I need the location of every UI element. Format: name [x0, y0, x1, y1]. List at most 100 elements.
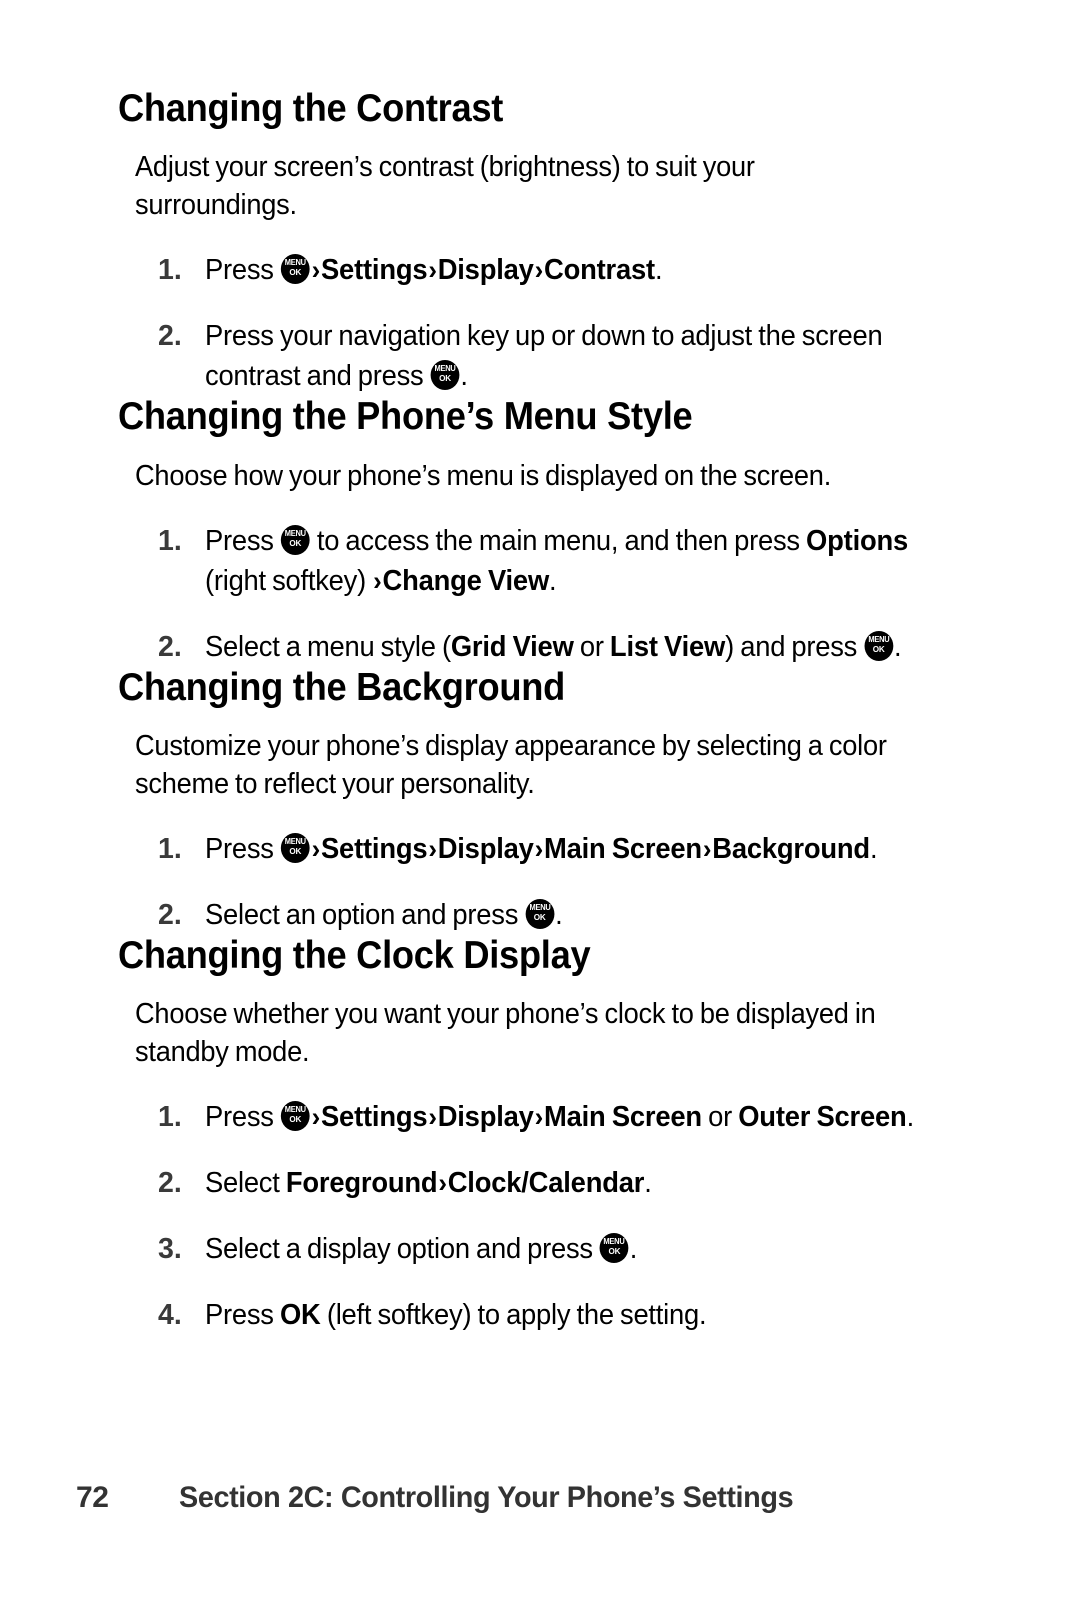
- menu-ok-key-icon: MENU OK: [280, 1101, 310, 1132]
- emphasis-term: Contrast: [544, 254, 655, 287]
- step-number: 3.: [158, 1233, 182, 1266]
- section-changing-the-background: Changing the Background Customize your p…: [118, 665, 948, 935]
- emphasis-term: Settings: [320, 254, 428, 287]
- step-list: 1. Press MENU OK › Settings › Display › Ma…: [118, 1097, 948, 1335]
- menu-ok-key-bottom-label: OK: [289, 845, 302, 856]
- menu-ok-key-top-label: MENU: [284, 527, 306, 538]
- manual-page: Changing the Contrast Adjust your screen…: [0, 0, 1080, 1620]
- step-text: Press MENU OK › Settings › Display › Main…: [205, 829, 918, 869]
- step-text: Press OK (left softkey) to apply the set…: [205, 1299, 707, 1332]
- chevron-right-icon: ›: [311, 1102, 321, 1133]
- menu-ok-key-icon: MENU OK: [280, 254, 310, 285]
- emphasis-term: Grid View: [450, 630, 574, 663]
- chevron-right-icon: ›: [702, 833, 712, 864]
- emphasis-term: Display: [437, 254, 534, 287]
- step-list: 1. Press MENU OK › Settings › Display › Co…: [118, 250, 948, 396]
- section-changing-the-contrast: Changing the Contrast Adjust your screen…: [118, 88, 948, 396]
- step-text: Select an option and press MENU OK.: [205, 898, 563, 931]
- emphasis-term: Clock/Calendar: [447, 1167, 645, 1200]
- emphasis-term: Main Screen: [544, 1101, 702, 1134]
- section-changing-the-clock-display: Changing the Clock Display Choose whethe…: [118, 935, 948, 1335]
- footer-section-title: Section 2C: Controlling Your Phone’s Set…: [179, 1481, 794, 1514]
- section-heading: Changing the Contrast: [118, 87, 504, 130]
- step-item: 2. Select a menu style (Grid View or List…: [118, 627, 948, 667]
- step-number: 1.: [158, 832, 182, 865]
- emphasis-term: List View: [609, 630, 726, 663]
- menu-ok-key-bottom-label: OK: [289, 537, 302, 548]
- step-number: 2.: [158, 320, 182, 353]
- step-text: Press MENU OK › Settings › Display › Main…: [205, 1097, 918, 1137]
- step-item: 1. Press MENU OK › Settings › Display › Co…: [118, 250, 948, 290]
- chevron-right-icon: ›: [438, 1168, 447, 1199]
- emphasis-term: Settings: [320, 1101, 428, 1134]
- menu-ok-key-bottom-label: OK: [289, 267, 302, 278]
- step-number: 4.: [158, 1299, 182, 1332]
- step-number: 1.: [158, 524, 182, 557]
- emphasis-term: OK: [279, 1299, 321, 1332]
- emphasis-term: Change View: [382, 564, 550, 597]
- step-item: 4. Press OK (left softkey) to apply the s…: [118, 1295, 948, 1335]
- menu-ok-key-top-label: MENU: [284, 1104, 306, 1115]
- emphasis-term: Foreground: [285, 1167, 438, 1200]
- menu-ok-key-bottom-label: OK: [872, 643, 885, 654]
- section-changing-the-phones-menu-style: Changing the Phone’s Menu Style Choose h…: [118, 396, 948, 666]
- step-number: 1.: [158, 1101, 182, 1134]
- emphasis-term: Display: [437, 1101, 534, 1134]
- emphasis-term: Outer Screen: [738, 1101, 907, 1134]
- step-number: 2.: [158, 630, 182, 663]
- menu-ok-key-top-label: MENU: [284, 835, 306, 846]
- chevron-right-icon: ›: [311, 833, 321, 864]
- menu-ok-key-bottom-label: OK: [533, 911, 546, 922]
- step-item: 1. Press MENU OK › Settings › Display › Ma…: [118, 829, 948, 869]
- emphasis-term: Settings: [320, 832, 428, 865]
- menu-ok-key-top-label: MENU: [434, 363, 456, 374]
- chevron-right-icon: ›: [534, 1102, 544, 1133]
- page-content: Changing the Contrast Adjust your screen…: [118, 88, 948, 1335]
- section-heading: Changing the Background: [118, 665, 565, 709]
- menu-ok-key-bottom-label: OK: [439, 373, 451, 384]
- menu-ok-key-top-label: MENU: [868, 633, 890, 644]
- step-number: 2.: [158, 898, 182, 931]
- menu-ok-key-icon: MENU OK: [430, 360, 460, 391]
- emphasis-term: Background: [712, 832, 870, 865]
- step-item: 1. Press MENU OK › Settings › Display › Ma…: [118, 1097, 948, 1137]
- step-text: Select a display option and press MENU OK…: [205, 1233, 638, 1266]
- step-text: Press MENU OK › Settings › Display › Cont…: [205, 250, 918, 290]
- menu-ok-key-top-label: MENU: [529, 901, 551, 912]
- emphasis-term: Options: [806, 524, 909, 557]
- menu-ok-key-icon: MENU OK: [280, 832, 310, 863]
- section-intro-paragraph: Choose how your phone’s menu is displaye…: [135, 459, 832, 492]
- step-list: 1. Press MENU OK to access the main menu, …: [118, 521, 948, 667]
- menu-ok-key-icon: MENU OK: [864, 630, 894, 661]
- emphasis-term: Display: [437, 832, 534, 865]
- section-heading: Changing the Clock Display: [118, 933, 591, 977]
- section-intro-paragraph: Choose whether you want your phone’s clo…: [135, 998, 876, 1069]
- chevron-right-icon: ›: [373, 565, 382, 596]
- chevron-right-icon: ›: [428, 1102, 437, 1133]
- menu-ok-key-icon: MENU OK: [525, 898, 555, 929]
- step-text: Select Foreground › Clock/Calendar.: [205, 1163, 918, 1203]
- chevron-right-icon: ›: [534, 255, 544, 286]
- page-footer: 72 Section 2C: Controlling Your Phone’s …: [0, 1481, 1080, 1531]
- chevron-right-icon: ›: [428, 255, 437, 286]
- step-list: 1. Press MENU OK › Settings › Display › Ma…: [118, 829, 948, 935]
- step-item: 2. Press your navigation key up or down t…: [118, 316, 948, 396]
- menu-ok-key-icon: MENU OK: [280, 524, 310, 555]
- section-intro-paragraph: Adjust your screen’s contrast (brightnes…: [135, 151, 755, 222]
- chevron-right-icon: ›: [428, 833, 437, 864]
- menu-ok-key-top-label: MENU: [603, 1236, 625, 1247]
- step-text: Press MENU OK to access the main menu, an…: [205, 521, 918, 601]
- menu-ok-key-icon: MENU OK: [600, 1233, 629, 1264]
- step-number: 1.: [158, 254, 182, 287]
- step-item: 1. Press MENU OK to access the main menu, …: [118, 521, 948, 601]
- section-intro-paragraph: Customize your phone’s display appearanc…: [135, 729, 887, 800]
- step-item: 3. Select a display option and press MENU…: [118, 1229, 948, 1269]
- menu-ok-key-top-label: MENU: [284, 257, 306, 268]
- section-heading: Changing the Phone’s Menu Style: [118, 395, 693, 439]
- menu-ok-key-bottom-label: OK: [608, 1246, 621, 1257]
- chevron-right-icon: ›: [534, 833, 544, 864]
- step-item: 2. Select an option and press MENU OK.: [118, 895, 948, 935]
- emphasis-term: Main Screen: [544, 832, 702, 865]
- step-item: 2. Select Foreground › Clock/Calendar.: [118, 1163, 948, 1203]
- step-number: 2.: [158, 1167, 182, 1200]
